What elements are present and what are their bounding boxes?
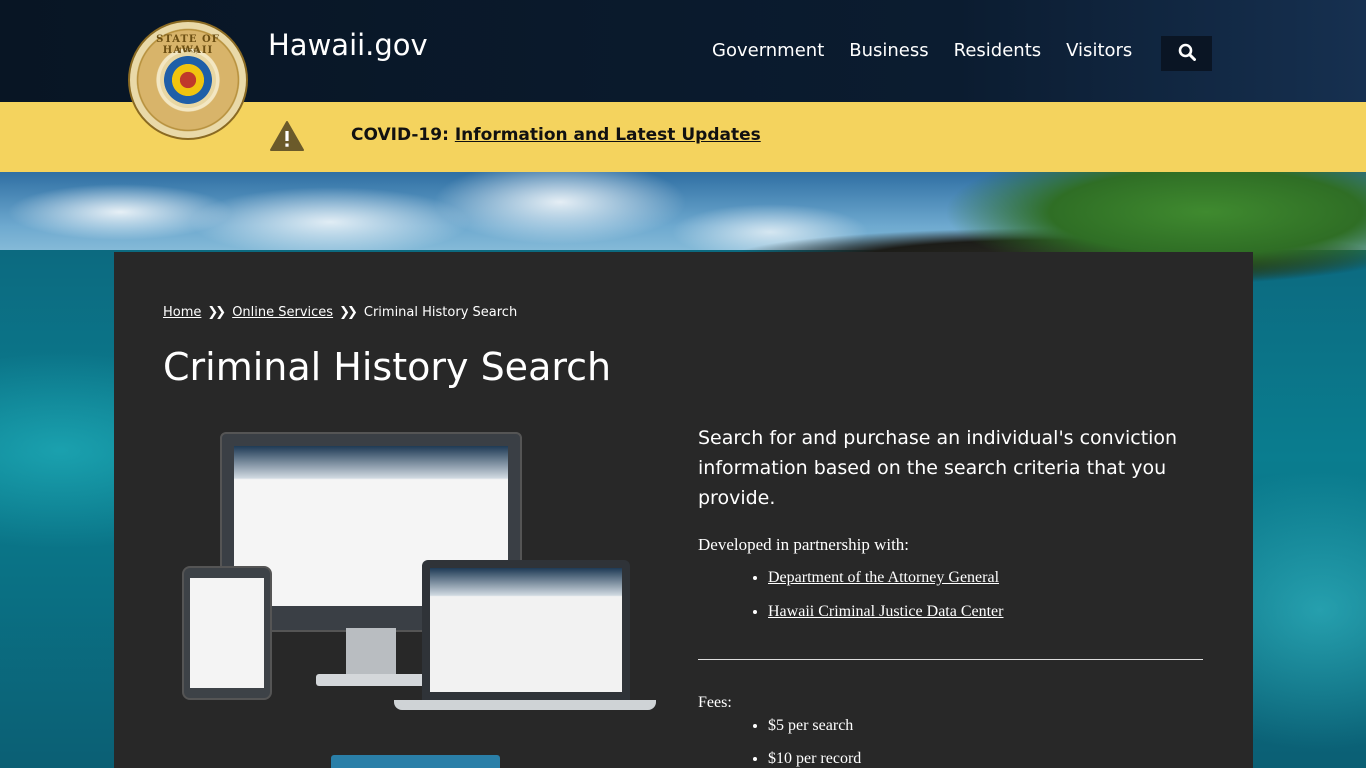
list-item: Department of the Attorney General [768,569,1003,603]
list-item: Hawaii Criminal Justice Data Center [768,603,1003,637]
nav-residents[interactable]: Residents [954,40,1042,61]
alert-message: COVID-19: Information and Latest Updates [351,125,761,145]
seal-emblem [160,52,216,108]
phone-illustration [182,566,272,700]
phone-screen [190,578,264,688]
search-button[interactable] [1161,36,1212,71]
fees-label: Fees: [698,694,732,711]
monitor-stand [346,628,396,676]
site-title-link[interactable]: Hawaii.gov [268,28,428,62]
laptop-screen [430,568,622,692]
fees-list: $5 per search $10 per record [748,717,861,768]
nav-government[interactable]: Government [712,40,824,61]
fee-item: $10 per record [768,750,861,768]
service-description: Search for and purchase an individual's … [698,427,1178,509]
breadcrumb-online-services[interactable]: Online Services [232,305,333,320]
alert-link[interactable]: Information and Latest Updates [455,125,761,145]
breadcrumb-separator-icon: ❯❯ [207,305,226,320]
search-icon [1178,43,1196,64]
fee-item: $5 per search [768,717,861,750]
breadcrumb-current: Criminal History Search [363,305,518,320]
alert-prefix: COVID-19: [351,125,449,145]
laptop-base [394,700,656,710]
partner-link-attorney-general[interactable]: Department of the Attorney General [768,569,999,586]
main-nav: Government Business Residents Visitors [712,40,1132,61]
state-seal-logo[interactable]: STATE OF HAWAII 1959 [128,20,248,140]
start-search-button[interactable] [331,755,500,768]
nav-visitors[interactable]: Visitors [1066,40,1132,61]
laptop-illustration [422,560,630,700]
breadcrumb: Home ❯❯ Online Services ❯❯ Criminal Hist… [163,305,517,320]
partner-list: Department of the Attorney General Hawai… [748,569,1003,637]
page-title: Criminal History Search [163,345,612,389]
warning-icon [269,120,305,157]
device-mockup-image [180,432,660,712]
partner-link-hcjdc[interactable]: Hawaii Criminal Justice Data Center [768,603,1003,620]
divider [698,659,1203,660]
breadcrumb-home[interactable]: Home [163,305,201,320]
breadcrumb-separator-icon: ❯❯ [339,305,358,320]
nav-business[interactable]: Business [849,40,928,61]
monitor-stand-base [316,674,426,686]
partner-label: Developed in partnership with: [698,535,910,554]
